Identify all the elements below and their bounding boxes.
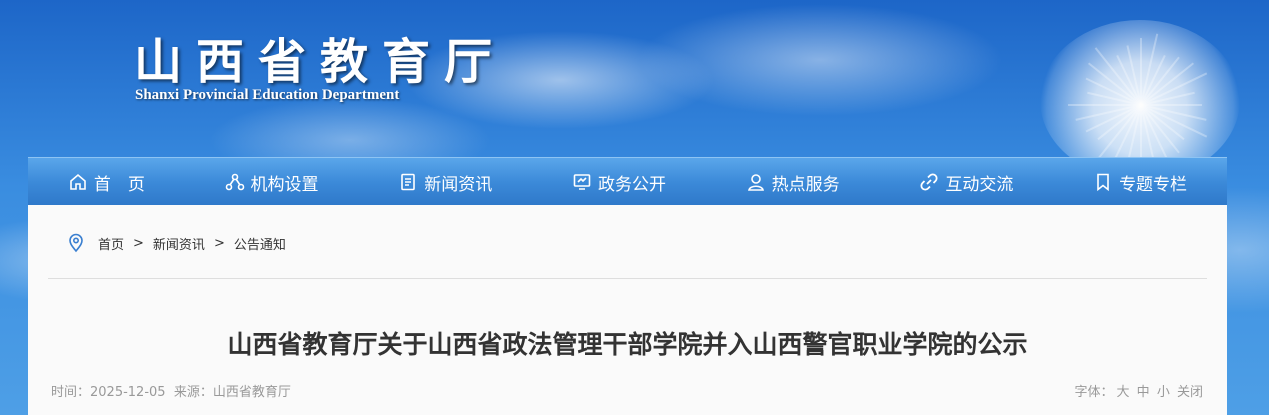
breadcrumb: 首页 > 新闻资讯 > 公告通知 xyxy=(66,233,286,253)
bookmark-icon xyxy=(1097,173,1109,192)
divider xyxy=(48,278,1207,279)
font-label: 字体： xyxy=(1074,385,1114,400)
article-title: 山西省教育厅关于山西省政法管理干部学院并入山西警官职业学院的公示 xyxy=(227,330,1028,359)
org-icon xyxy=(225,173,244,191)
article-panel: 首页 > 新闻资讯 > 公告通知 山西省教育厅关于山西省政法管理干部学院并入山西… xyxy=(28,205,1227,415)
publish-time: 2025-12-05 xyxy=(90,385,166,400)
source-value: 山西省教育厅 xyxy=(212,385,291,400)
breadcrumb-home[interactable]: 首页 xyxy=(98,234,124,253)
nav-item-label: 专题专栏 xyxy=(1119,174,1188,195)
document-icon xyxy=(401,173,416,191)
user-icon xyxy=(747,174,764,191)
font-medium-button[interactable]: 中 xyxy=(1137,385,1150,400)
nav-item-home[interactable]: 首 页 xyxy=(68,170,145,195)
home-icon xyxy=(70,173,86,190)
time-label: 时间： xyxy=(51,385,91,400)
link-icon xyxy=(920,173,938,191)
nav-item-label: 机构设置 xyxy=(250,174,319,195)
nav-item-special[interactable]: 专题专栏 xyxy=(1093,170,1187,195)
location-pin-icon xyxy=(69,233,83,253)
font-size-controls: 字体：大 中 小 关闭 xyxy=(1072,381,1204,400)
nav-item-news[interactable]: 新闻资讯 xyxy=(398,170,492,195)
nav-item-label: 首 页 xyxy=(93,174,145,195)
dandelion-seed xyxy=(1068,104,1141,106)
article-meta: 时间：2025-12-05 来源：山西省教育厅 xyxy=(51,381,291,400)
nav-item-label: 政务公开 xyxy=(597,174,666,195)
site-logo-title[interactable]: 山西省教育厅 xyxy=(134,22,506,92)
main-nav: 首 页 机构设置 新闻资讯 政务公开 热点服务 互动交流 专题专栏 xyxy=(28,157,1227,206)
font-small-button[interactable]: 小 xyxy=(1157,385,1170,400)
nav-item-label: 热点服务 xyxy=(771,174,840,195)
source-label: 来源： xyxy=(173,385,213,400)
nav-item-org[interactable]: 机构设置 xyxy=(225,170,319,195)
nav-item-service[interactable]: 热点服务 xyxy=(746,170,840,195)
breadcrumb-separator: > xyxy=(213,235,225,251)
close-button[interactable]: 关闭 xyxy=(1177,385,1203,400)
nav-item-label: 新闻资讯 xyxy=(424,174,493,195)
dandelion-decoration xyxy=(1040,20,1240,180)
font-large-button[interactable]: 大 xyxy=(1117,385,1130,400)
breadcrumb-news[interactable]: 新闻资讯 xyxy=(153,234,205,253)
breadcrumb-separator: > xyxy=(133,235,144,251)
site-logo-subtitle: Shanxi Provincial Education Department xyxy=(135,87,400,103)
nav-item-label: 互动交流 xyxy=(945,174,1014,195)
board-icon xyxy=(573,174,591,190)
breadcrumb-notice[interactable]: 公告通知 xyxy=(234,234,286,253)
nav-item-interact[interactable]: 互动交流 xyxy=(919,170,1013,195)
nav-item-gov[interactable]: 政务公开 xyxy=(572,170,666,195)
